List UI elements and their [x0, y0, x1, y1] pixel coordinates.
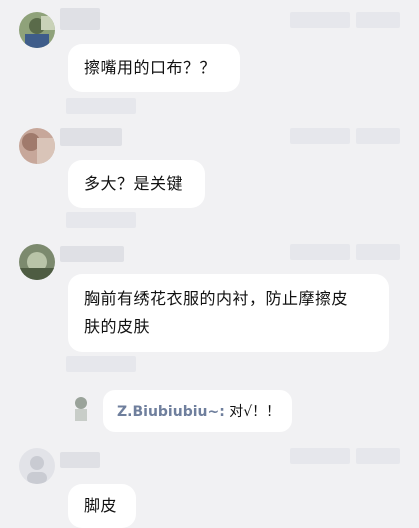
timestamp-redacted: [290, 128, 350, 144]
avatar-image-icon: [19, 244, 55, 280]
commenter-avatar[interactable]: [19, 128, 55, 164]
like-redacted: [356, 12, 400, 28]
timestamp-redacted: [290, 448, 350, 464]
meta-redacted: [66, 98, 136, 114]
like-redacted: [356, 128, 400, 144]
comment-text: 擦嘴用的口布？？: [84, 58, 217, 77]
comment-text-line: 肤的皮肤: [84, 317, 151, 336]
like-redacted: [356, 448, 400, 464]
comment-text: 脚皮: [84, 496, 118, 515]
comment-text: 多大？是关键: [84, 174, 184, 193]
commenter-avatar[interactable]: [19, 448, 55, 484]
reply-avatar[interactable]: [70, 394, 92, 422]
timestamp-redacted: [290, 12, 350, 28]
like-redacted: [356, 244, 400, 260]
username-redacted: [60, 128, 122, 146]
username-redacted: [60, 452, 100, 468]
username-redacted: [60, 8, 100, 30]
username-redacted: [60, 246, 124, 262]
comment-bubble[interactable]: 胸前有绣花衣服的内衬，防止摩擦皮 肤的皮肤: [68, 274, 389, 352]
reply-text: 对√！！: [229, 404, 281, 420]
comment-text-line: 胸前有绣花衣服的内衬，防止摩擦皮: [84, 289, 349, 308]
reply-bubble[interactable]: Z.Biubiubiu~: 对√！！: [103, 390, 292, 432]
avatar-image-icon: [19, 12, 55, 48]
reply-avatar-icon: [70, 394, 92, 422]
default-avatar-icon: [19, 448, 55, 484]
meta-redacted: [66, 212, 136, 228]
commenter-avatar[interactable]: [19, 12, 55, 48]
timestamp-redacted: [290, 244, 350, 260]
comment-bubble[interactable]: 擦嘴用的口布？？: [68, 44, 240, 92]
commenter-avatar[interactable]: [19, 244, 55, 280]
comment-bubble[interactable]: 多大？是关键: [68, 160, 205, 208]
avatar-image-icon: [19, 128, 55, 164]
reply-username[interactable]: Z.Biubiubiu~:: [117, 404, 225, 420]
comment-bubble[interactable]: 脚皮: [68, 484, 136, 528]
meta-redacted: [66, 356, 136, 372]
